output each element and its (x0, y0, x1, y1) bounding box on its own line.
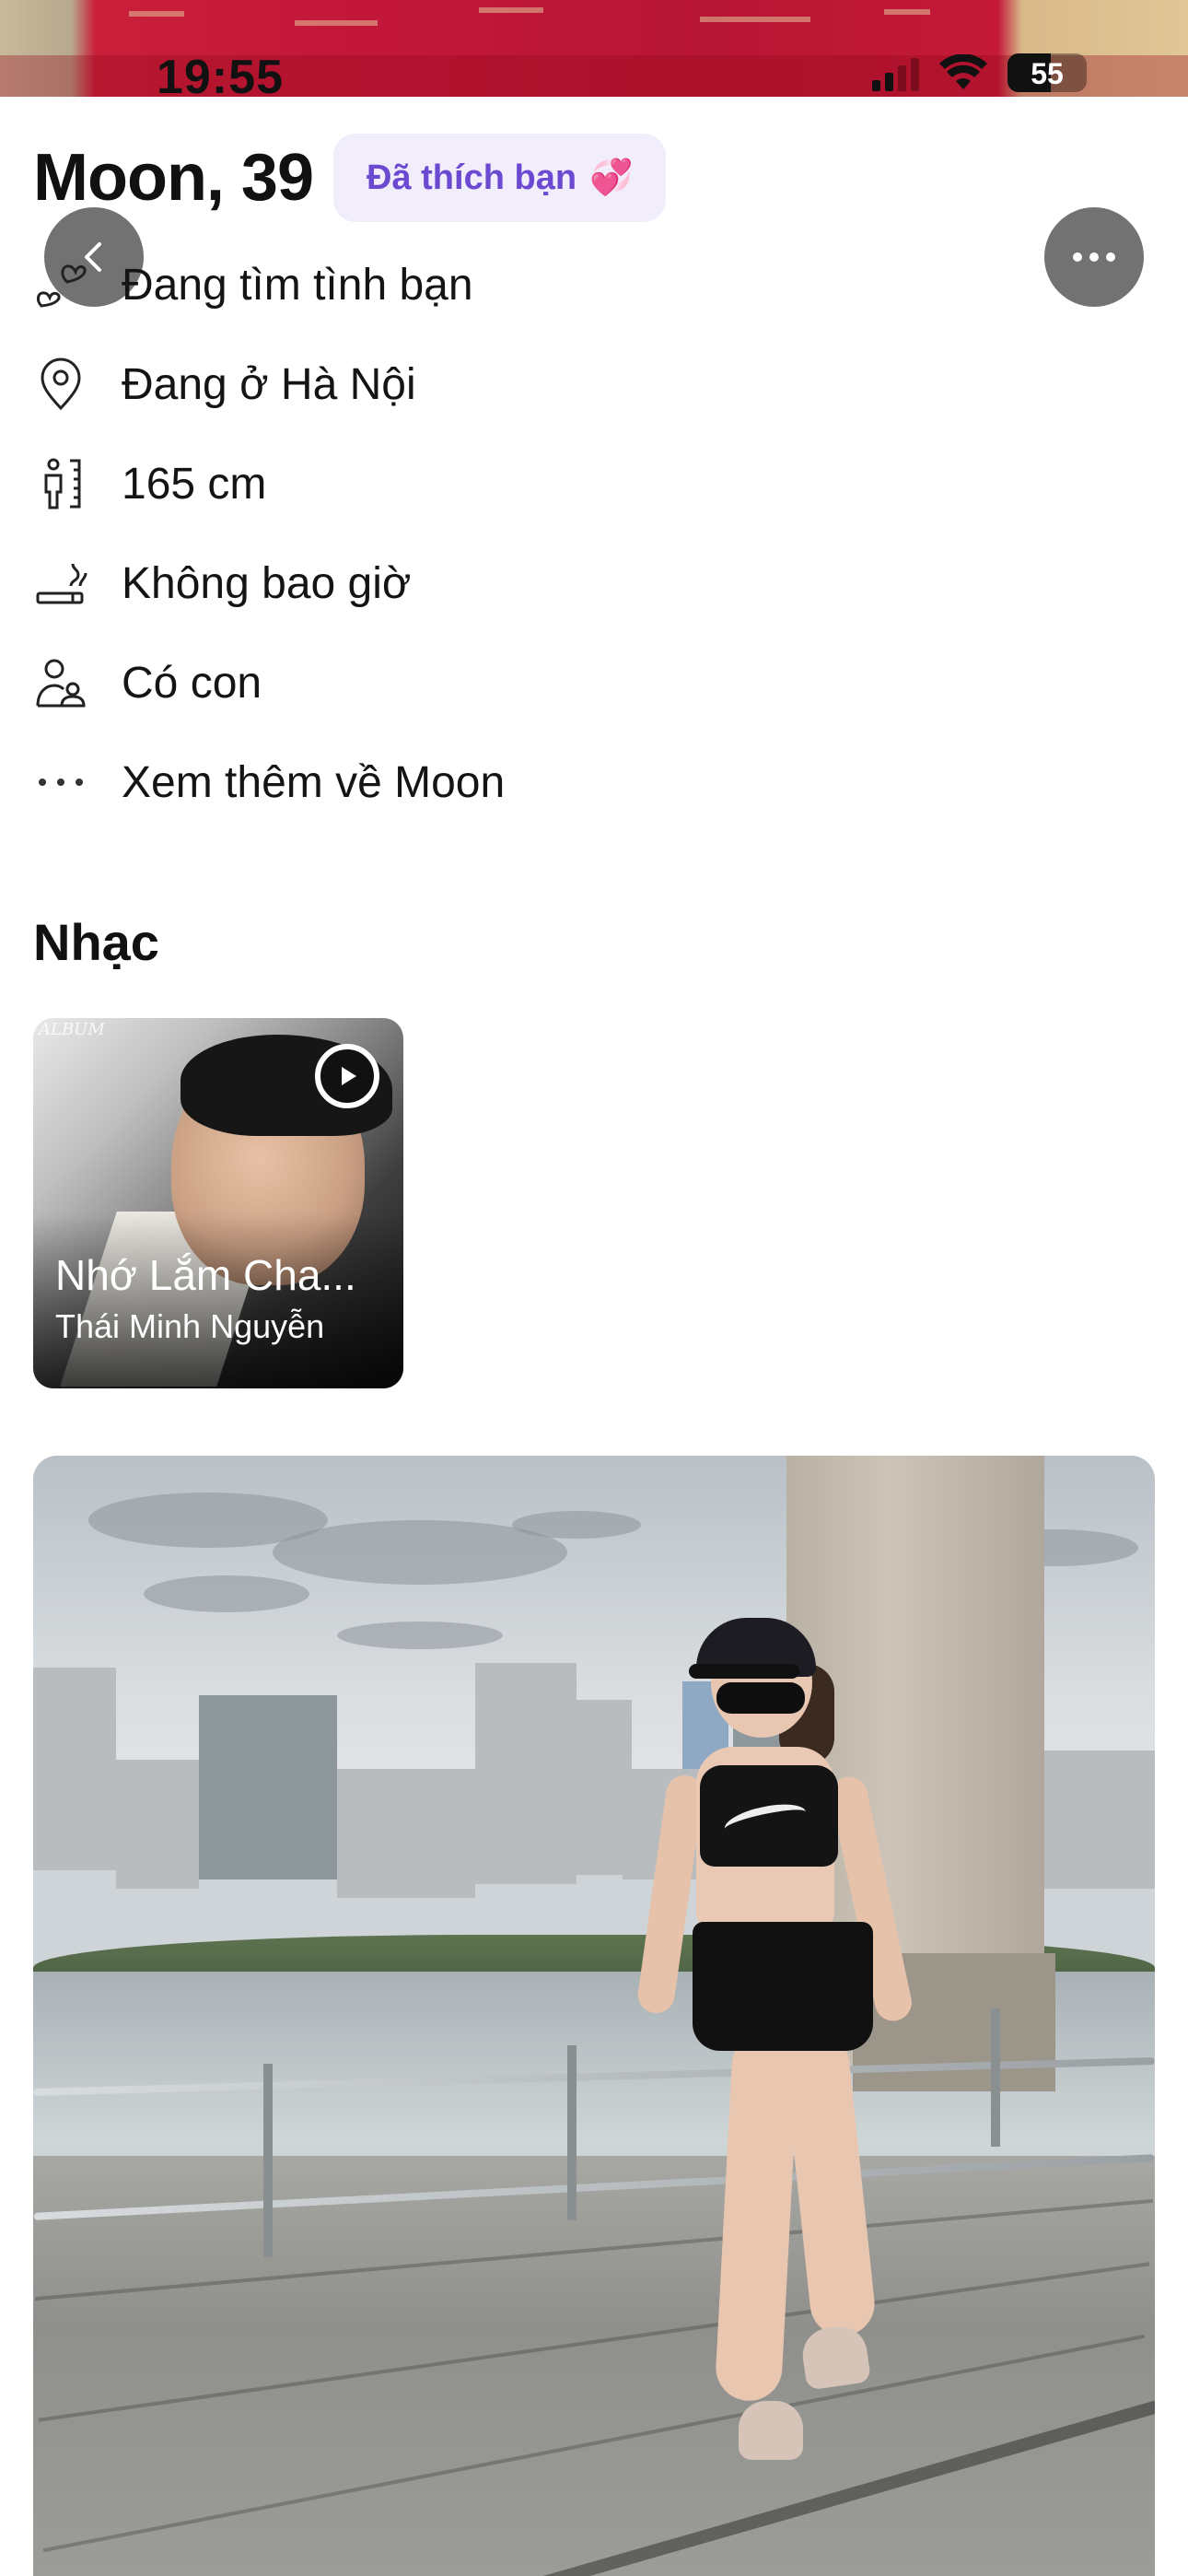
person-figure (635, 1618, 917, 2576)
info-text: 165 cm (122, 459, 267, 509)
info-item-smoking: Không bao giờ (33, 533, 505, 633)
cellular-signal-icon (872, 54, 919, 91)
battery-icon: 55 (1007, 53, 1087, 92)
info-item-location: Đang ở Hà Nội (33, 334, 505, 434)
more-horizontal-icon (1073, 252, 1115, 262)
info-item-relationship-goal: Đang tìm tình bạn (33, 235, 505, 334)
liked-you-label: Đã thích bạn (367, 158, 577, 197)
info-item-children: Có con (33, 633, 505, 732)
profile-info-list: Đang tìm tình bạn Đang ở Hà Nội 165 cm K… (33, 235, 505, 832)
height-icon (33, 456, 88, 511)
see-more-link[interactable]: Xem thêm về Moon (122, 757, 505, 808)
album-mark: ALBUM (39, 1020, 105, 1039)
artist-name: Thái Minh Nguyễn (55, 1307, 325, 1345)
status-icons: 55 (872, 53, 1087, 92)
music-section-title: Nhạc (33, 913, 159, 971)
profile-name-age: Moon, 39 (33, 141, 314, 215)
name-row: Moon, 39 Đã thích bạn 💞 (33, 134, 667, 222)
profile-sheet[interactable]: Moon, 39 Đã thích bạn 💞 Đang tìm tình bạ… (0, 97, 1188, 2576)
hearts-icon (33, 257, 88, 312)
play-icon (342, 1067, 356, 1085)
battery-level: 55 (1031, 57, 1064, 90)
more-dots-icon (33, 755, 88, 810)
liked-you-badge: Đã thích bạn 💞 (333, 134, 667, 222)
info-text: Có con (122, 658, 262, 708)
smoking-icon (33, 556, 88, 611)
info-item-see-more[interactable]: Xem thêm về Moon (33, 732, 505, 832)
more-options-button[interactable] (1044, 207, 1144, 307)
info-text: Đang ở Hà Nội (122, 359, 416, 409)
info-item-height: 165 cm (33, 434, 505, 533)
music-card[interactable]: ALBUM Nhớ Lắm Cha... Thái Minh Nguyễn (33, 1018, 403, 1388)
play-button[interactable] (315, 1044, 379, 1108)
children-icon (33, 655, 88, 710)
profile-photo[interactable] (33, 1456, 1155, 2576)
song-title: Nhớ Lắm Cha... (55, 1251, 356, 1299)
location-pin-icon (33, 357, 88, 412)
info-text: Đang tìm tình bạn (122, 260, 473, 310)
hearts-emoji-icon: 💞 (589, 158, 634, 197)
info-text: Không bao giờ (122, 558, 412, 608)
wifi-icon (939, 54, 987, 89)
